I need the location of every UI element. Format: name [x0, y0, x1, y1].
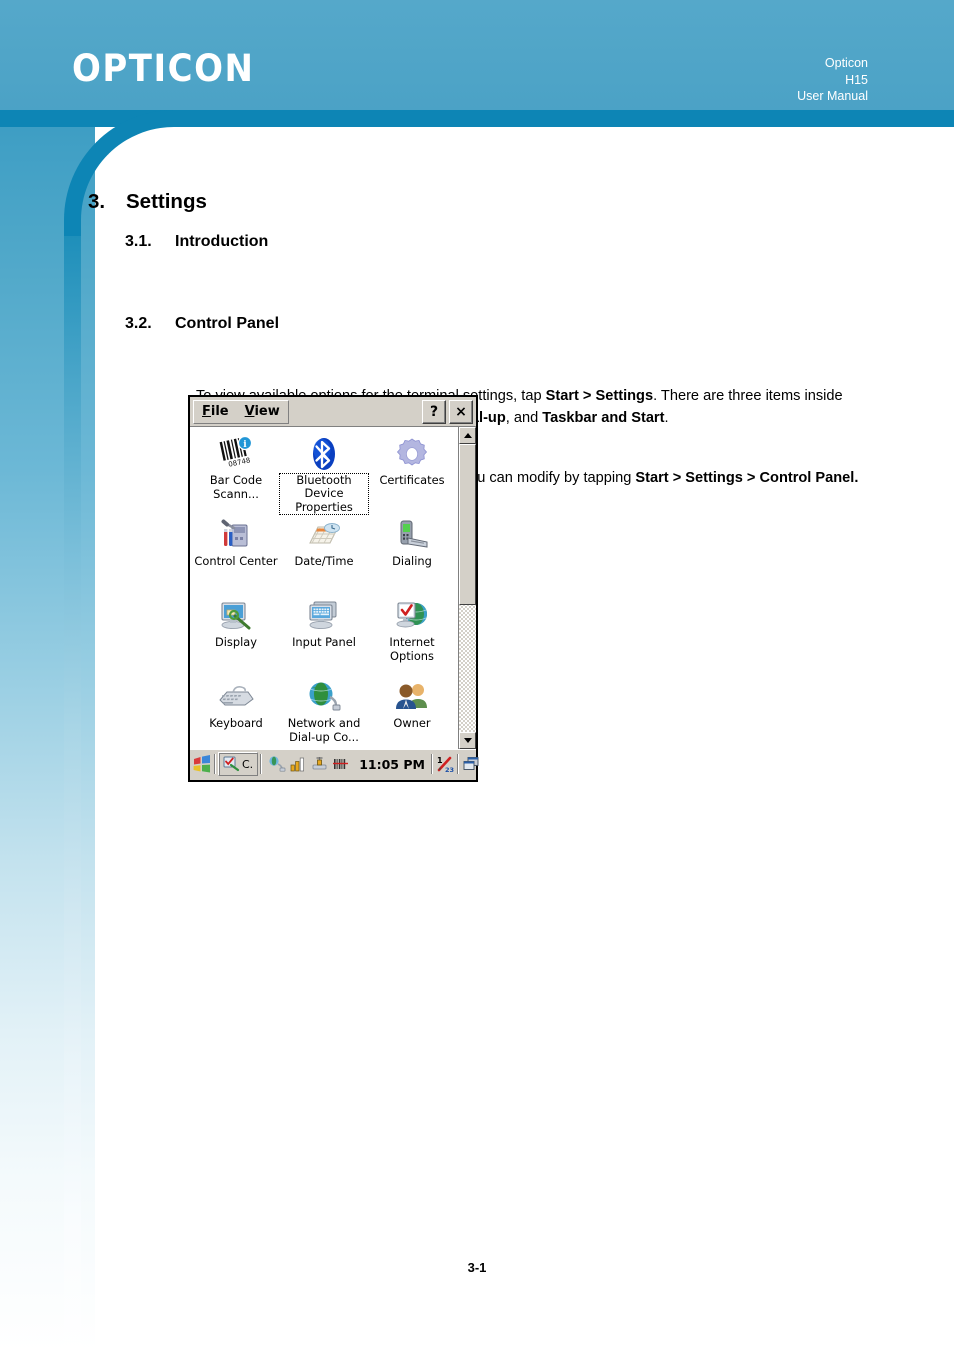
system-tray — [264, 756, 353, 772]
display-monitor-icon — [218, 597, 254, 635]
cp-item-label: Certificates — [379, 473, 445, 487]
cp-item-dialing[interactable]: Dialing — [368, 514, 456, 595]
taskbar-separator-4 — [456, 754, 459, 774]
date-time-calendar-icon — [306, 516, 342, 554]
cp-item-control-center[interactable]: Control Center — [192, 514, 280, 595]
menu-bar: File View — [193, 399, 289, 424]
section-title: Settings — [126, 190, 207, 213]
icon-grid: 08748 i Bar Code Scann... Bluetooth Devi… — [192, 433, 456, 749]
window-client-area: 08748 i Bar Code Scann... Bluetooth Devi… — [190, 426, 476, 749]
cp-item-label: Network and Dial-up Co... — [287, 716, 361, 744]
header-meta: Opticon H15 User Manual — [797, 55, 868, 105]
scrollbar-track[interactable] — [459, 444, 476, 732]
opticon-logo: OPTICON — [72, 47, 255, 90]
cp-item-bluetooth-device-properties[interactable]: Bluetooth Device Properties — [279, 433, 369, 515]
subsection-heading-control-panel: 3.2. Control Panel — [125, 315, 279, 333]
taskbar-separator-2 — [260, 754, 263, 774]
connection-icon[interactable] — [311, 756, 328, 772]
barcode-scanner-icon: 08748 i — [217, 435, 255, 473]
subsection-title-2: Control Panel — [175, 315, 280, 332]
taskbar: C. 11:05 PM 1 23 — [190, 749, 479, 778]
svg-text:1: 1 — [437, 756, 443, 765]
cp-item-label: Bluetooth Device Properties — [279, 472, 369, 515]
taskbar-separator-3 — [430, 754, 433, 774]
subsection-heading-introduction: 3.1. Introduction — [125, 233, 268, 251]
owner-people-icon — [394, 678, 430, 716]
scroll-down-icon[interactable] — [459, 732, 476, 749]
cp-item-internet-options[interactable]: Internet Options — [368, 595, 456, 676]
svg-text:23: 23 — [445, 766, 454, 773]
cp-item-label: Bar Code Scann... — [209, 473, 263, 501]
header-meta-doctype: User Manual — [797, 89, 868, 103]
menu-file[interactable]: File — [202, 404, 229, 419]
section-number: 3. — [88, 190, 106, 213]
scroll-up-icon[interactable] — [459, 427, 476, 444]
cp-item-label: Date/Time — [294, 554, 354, 568]
taskbar-task-control-panel[interactable]: C. — [218, 752, 259, 776]
bluetooth-icon — [310, 435, 338, 473]
signal-bars-icon[interactable] — [290, 756, 307, 772]
page-content: 3.Settings 3.1.Introduction To view avai… — [0, 127, 954, 1351]
cp-item-owner[interactable]: Owner — [368, 676, 456, 749]
stylus-pen-icon[interactable]: 1 23 — [436, 756, 454, 773]
cp-item-display[interactable]: Display — [192, 595, 280, 676]
cp-item-label: Input Panel — [292, 635, 356, 649]
certificates-gear-icon — [395, 435, 429, 473]
scrollbar-thumb[interactable] — [459, 444, 476, 606]
help-button[interactable]: ? — [422, 399, 446, 424]
cp-item-label: Dialing — [392, 554, 432, 568]
window-titlebar: File View ? × — [190, 397, 476, 426]
cp-item-label: Owner — [393, 716, 431, 730]
internet-options-globe-icon — [394, 597, 430, 635]
menu-view[interactable]: View — [245, 404, 280, 419]
taskbar-right-icons: 1 23 — [430, 754, 482, 774]
cp-item-keyboard[interactable]: Keyboard — [192, 676, 280, 749]
input-panel-keyboard-icon — [306, 597, 342, 635]
cp-item-label: Internet Options — [389, 635, 435, 663]
taskbar-separator — [214, 754, 216, 774]
barcode-tray-icon[interactable] — [332, 756, 349, 772]
cp-item-label: Control Center — [194, 554, 278, 568]
cp-item-label: Display — [215, 635, 257, 649]
network-dialup-globe-icon — [306, 678, 342, 716]
subsection-number-2: 3.2. — [125, 315, 152, 332]
windows-cascade-icon[interactable] — [462, 756, 480, 772]
cp-item-label: Keyboard — [209, 716, 263, 730]
cp-item-input-panel[interactable]: Input Panel — [280, 595, 368, 676]
page-number: 3-1 — [467, 1260, 487, 1275]
section-heading: 3. Settings — [88, 190, 207, 214]
icon-list: 08748 i Bar Code Scann... Bluetooth Devi… — [190, 427, 458, 749]
start-flag-icon[interactable] — [192, 754, 212, 774]
subsection-title-1: Introduction — [175, 233, 269, 250]
cp-item-certificates[interactable]: Certificates — [368, 433, 456, 514]
cp-item-network-and-dialup[interactable]: Network and Dial-up Co... — [280, 676, 368, 749]
svg-text:i: i — [243, 440, 247, 450]
taskbar-clock[interactable]: 11:05 PM — [359, 757, 425, 772]
taskbar-task-label: C. — [242, 757, 254, 771]
cp-item-date-time[interactable]: Date/Time — [280, 514, 368, 595]
header-meta-brand: Opticon — [824, 56, 868, 70]
page-root: OPTICON Opticon H15 User Manual 3. Settin… — [0, 0, 954, 1351]
control-panel-screenshot: File View ? × 08748 i Bar Code Scann... … — [188, 395, 479, 782]
cp-item-bar-code-scanner[interactable]: 08748 i Bar Code Scann... — [192, 433, 280, 514]
subsection-number-1: 3.1. — [125, 233, 152, 250]
vertical-scrollbar[interactable] — [458, 427, 476, 749]
control-center-tools-icon — [219, 516, 253, 554]
desktop-globe-icon[interactable] — [268, 756, 286, 772]
keyboard-icon — [217, 678, 255, 716]
dialing-phone-icon — [394, 516, 430, 554]
close-button[interactable]: × — [449, 399, 473, 424]
control-panel-task-icon — [223, 756, 240, 772]
header-meta-model: H15 — [845, 72, 868, 87]
